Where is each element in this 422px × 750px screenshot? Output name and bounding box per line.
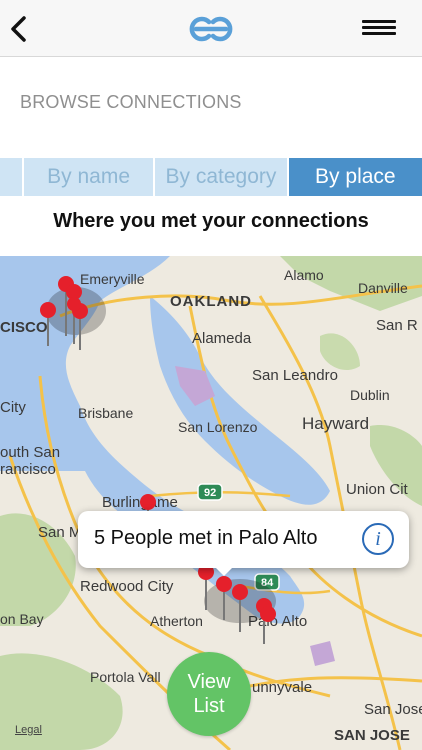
map-label: Atherton xyxy=(150,613,203,629)
map-pin[interactable] xyxy=(67,297,81,311)
map-label: San R xyxy=(376,317,418,334)
callout-text: 5 People met in Palo Alto xyxy=(94,527,318,549)
map-label: on Bay xyxy=(0,611,44,627)
menu-line xyxy=(362,32,396,35)
map-label: Burlingame xyxy=(102,494,178,511)
map-label: Alamo xyxy=(284,267,324,283)
map-label: OAKLAND xyxy=(170,293,252,310)
tab-by-place[interactable]: By place xyxy=(288,158,422,196)
map-label: Portola Vall xyxy=(90,669,161,685)
hamburger-menu-icon[interactable] xyxy=(360,16,400,42)
map-label: City xyxy=(0,399,26,416)
map-label: Alameda xyxy=(192,330,252,347)
menu-line xyxy=(362,20,396,23)
map-label: unnyvale xyxy=(252,679,312,696)
section-title: BROWSE CONNECTIONS xyxy=(20,92,242,112)
map-label: Danville xyxy=(358,280,408,296)
menu-line xyxy=(362,26,396,29)
segment-edge xyxy=(0,158,22,196)
tab-by-category[interactable]: By category xyxy=(155,158,287,196)
highway-92-label: 92 xyxy=(204,487,216,499)
legal-link[interactable]: Legal xyxy=(15,724,42,736)
screen: BROWSE CONNECTIONS By name By category B… xyxy=(0,0,422,750)
back-button[interactable] xyxy=(4,12,36,46)
map-label: Redwood City xyxy=(80,578,174,595)
map-label: outh San xyxy=(0,444,60,461)
map-pin[interactable] xyxy=(40,302,56,318)
map-label: San Leandro xyxy=(252,367,338,384)
link-logo-icon xyxy=(182,13,240,45)
map-label: Hayward xyxy=(302,414,369,433)
map-pin[interactable] xyxy=(260,606,276,622)
map-label: Emeryville xyxy=(80,271,145,287)
chevron-left-icon xyxy=(11,16,26,42)
callout-pointer xyxy=(214,566,234,576)
info-button[interactable]: i xyxy=(362,523,394,555)
pin-cluster-palo-alto[interactable] xyxy=(198,564,276,644)
map-label: Union Cit xyxy=(346,481,409,498)
map-heading: Where you met your connections xyxy=(53,210,369,232)
map-label: rancisco xyxy=(0,461,56,478)
map-label: San Lorenzo xyxy=(178,419,258,435)
map-pin[interactable] xyxy=(232,584,248,600)
segmented-control: By name By category By place xyxy=(0,158,422,196)
map-label: San M xyxy=(38,524,81,541)
nav-header xyxy=(0,0,422,57)
map-label: CISCO xyxy=(0,319,48,336)
place-callout[interactable]: 5 People met in Palo Alto i xyxy=(78,511,409,568)
view-list-line1: View xyxy=(187,671,231,693)
tab-by-name[interactable]: By name xyxy=(23,158,154,196)
map-pin[interactable] xyxy=(216,576,232,592)
map-label: SAN JOSE xyxy=(334,727,410,744)
view-list-button[interactable]: View List xyxy=(167,652,251,736)
map-label: San Jose xyxy=(364,701,422,718)
pin-cluster-san-francisco[interactable] xyxy=(40,276,106,350)
map-label: Brisbane xyxy=(78,405,133,421)
view-list-line2: List xyxy=(193,695,225,717)
map-label: Dublin xyxy=(350,387,390,403)
